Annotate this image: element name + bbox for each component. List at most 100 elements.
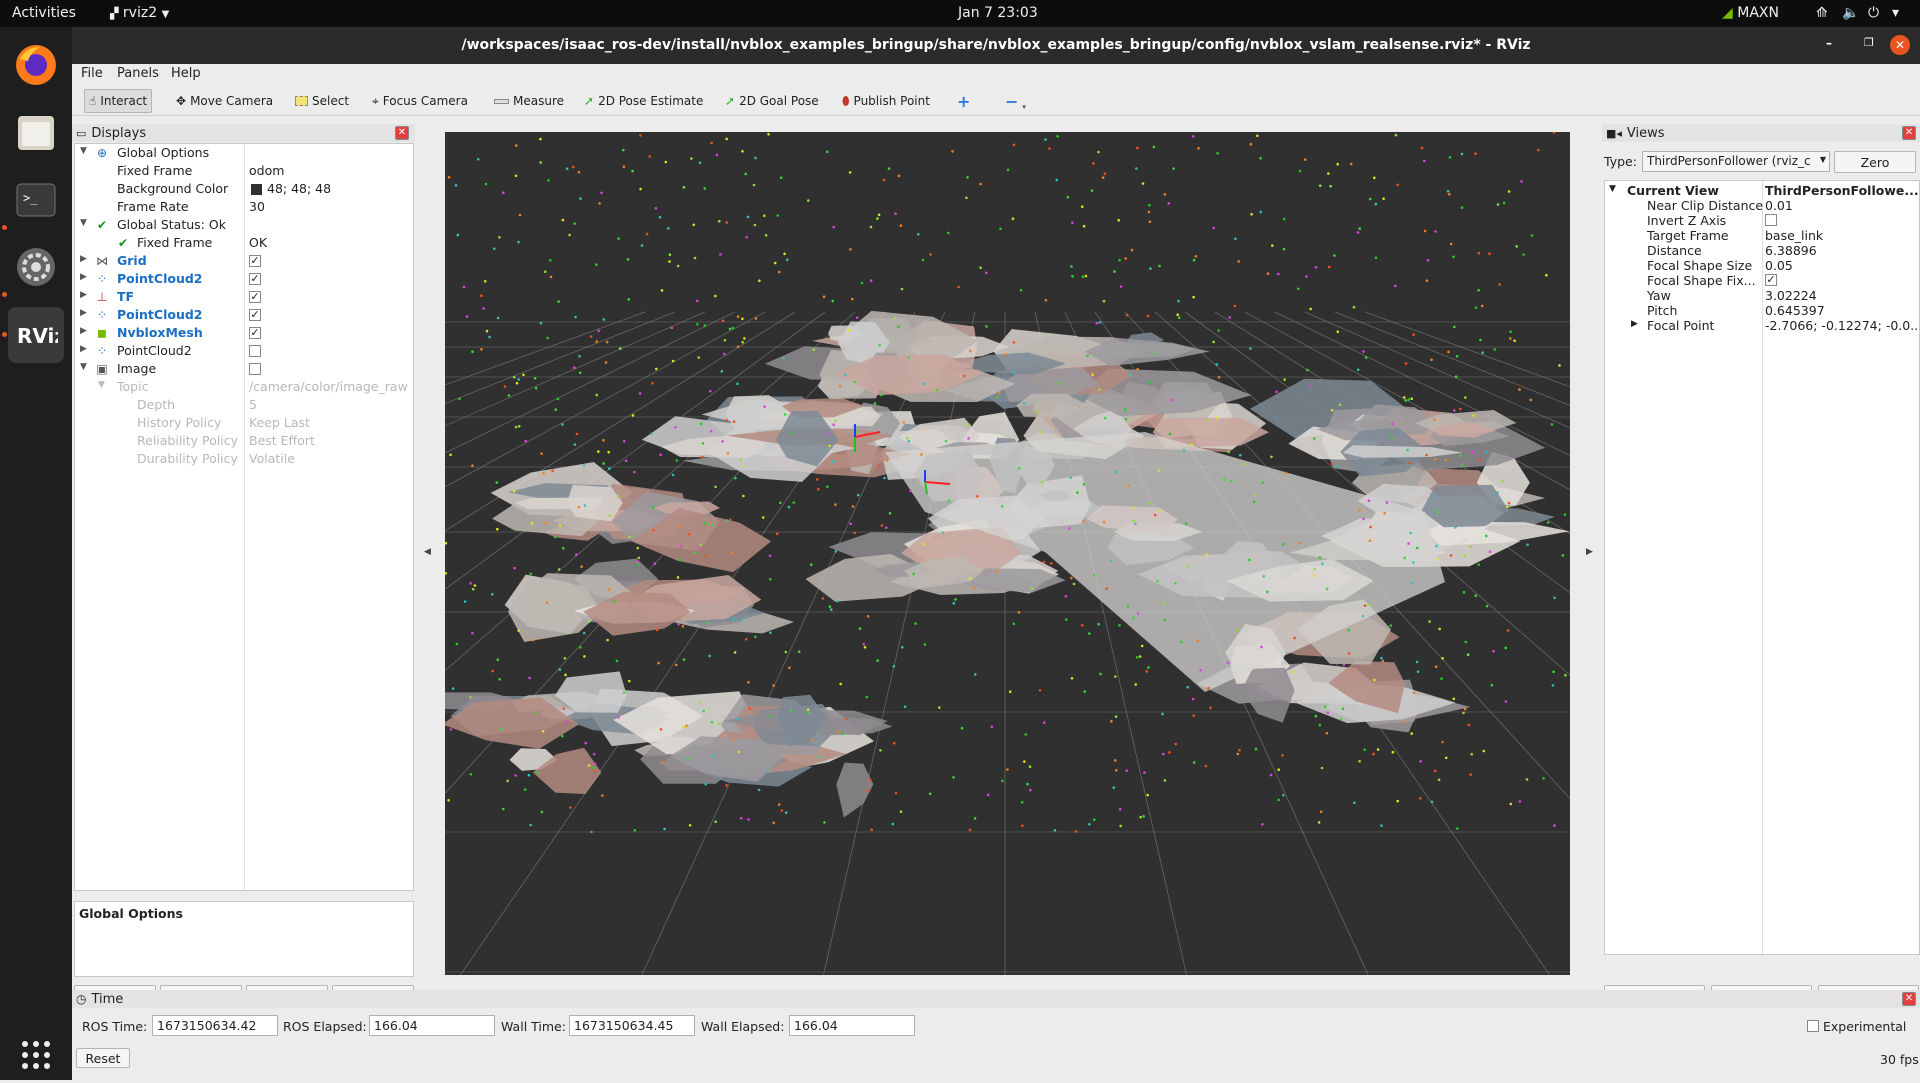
enable-checkbox[interactable]: ✓ — [249, 255, 261, 267]
expand-arrow-icon[interactable]: ▶ — [80, 272, 87, 282]
tree-row-current-view[interactable]: ▼ Current View ThirdPersonFollowe... — [1605, 183, 1919, 198]
wall-time-field[interactable]: 1673150634.45 — [569, 1015, 695, 1036]
enable-checkbox[interactable]: ✓ — [249, 291, 261, 303]
tree-row-image[interactable]: ▼ ▣ Image — [75, 360, 413, 378]
rviz-icon[interactable]: RViz — [8, 307, 64, 363]
tree-value[interactable]: 0.05 — [1765, 258, 1793, 273]
maximize-icon[interactable]: ❐ — [1864, 36, 1874, 49]
interact-tool-button[interactable]: ☝ Interact — [84, 89, 153, 113]
tree-row-fixed-frame[interactable]: Fixed Frame odom — [75, 162, 413, 180]
tree-value[interactable]: base_link — [1765, 228, 1823, 243]
files-icon[interactable] — [8, 104, 64, 160]
expand-arrow-icon[interactable]: ▶ — [80, 254, 87, 264]
tree-row-focal-shape-fixed[interactable]: Focal Shape Fix... ✓ — [1605, 273, 1919, 288]
close-panel-icon[interactable]: ✕ — [1902, 126, 1916, 140]
clock[interactable]: Jan 7 23:03 — [958, 5, 1038, 21]
close-panel-icon[interactable]: ✕ — [395, 126, 409, 140]
3d-viewport[interactable] — [445, 132, 1570, 975]
tree-row-status-fixed-frame[interactable]: ✔ Fixed Frame OK — [75, 234, 413, 252]
view-type-select[interactable]: ThirdPersonFollower (rviz_c ▼ — [1642, 151, 1830, 172]
tree-row-grid[interactable]: ▶ ⋈ Grid ✓ — [75, 252, 413, 270]
expand-arrow-icon[interactable]: ▼ — [80, 218, 87, 228]
expand-arrow-icon[interactable]: ▶ — [80, 326, 87, 336]
tree-value[interactable]: 5 — [249, 397, 257, 412]
tree-row-global-status[interactable]: ▼ ✔ Global Status: Ok — [75, 216, 413, 234]
power-mode-indicator[interactable]: ◢ MAXN — [1722, 5, 1779, 21]
tree-value[interactable]: 3.02224 — [1765, 288, 1817, 303]
tree-row-focal-point[interactable]: ▶ Focal Point -2.7066; -0.12274; -0.0... — [1605, 318, 1919, 333]
tree-row-depth[interactable]: Depth 5 — [75, 396, 413, 414]
tree-value[interactable]: Keep Last — [249, 415, 310, 430]
tree-row-pointcloud2[interactable]: ▶ ⁘ PointCloud2 — [75, 342, 413, 360]
menu-panels[interactable]: Panels — [117, 66, 159, 81]
tree-row-target-frame[interactable]: Target Frame base_link — [1605, 228, 1919, 243]
activities-button[interactable]: Activities — [12, 5, 76, 21]
publish-point-tool-button[interactable]: ⬮ Publish Point — [838, 89, 934, 113]
expand-arrow-icon[interactable]: ▼ — [80, 146, 87, 156]
enable-checkbox[interactable] — [249, 363, 261, 375]
tree-value[interactable]: 48; 48; 48 — [267, 181, 331, 196]
tree-row-frame-rate[interactable]: Frame Rate 30 — [75, 198, 413, 216]
tree-row-invert-z[interactable]: Invert Z Axis — [1605, 213, 1919, 228]
zero-button[interactable]: Zero — [1834, 151, 1916, 173]
reset-button[interactable]: Reset — [76, 1048, 130, 1068]
tree-row-durability-policy[interactable]: Durability Policy Volatile — [75, 450, 413, 468]
app-menu[interactable]: ▞ rviz2 ▼ — [110, 5, 169, 21]
menu-file[interactable]: File — [81, 66, 103, 81]
tree-row-nvblox-mesh[interactable]: ▶ ◼ NvbloxMesh ✓ — [75, 324, 413, 342]
tree-value[interactable]: odom — [249, 163, 284, 178]
wall-elapsed-field[interactable]: 166.04 — [789, 1015, 915, 1036]
tree-row-pointcloud2[interactable]: ▶ ⁘ PointCloud2 ✓ — [75, 270, 413, 288]
power-icon[interactable]: ⏻ — [1868, 5, 1879, 21]
chevron-down-icon[interactable]: ▾ — [1892, 5, 1899, 21]
experimental-checkbox[interactable] — [1807, 1020, 1819, 1032]
tree-row-history-policy[interactable]: History Policy Keep Last — [75, 414, 413, 432]
settings-icon[interactable] — [8, 239, 64, 295]
terminal-icon[interactable]: >_ — [8, 172, 64, 228]
close-panel-icon[interactable]: ✕ — [1902, 992, 1916, 1006]
focus-camera-tool-button[interactable]: ⌖ Focus Camera — [368, 89, 472, 113]
menu-help[interactable]: Help — [171, 66, 201, 81]
focal-shape-fixed-checkbox[interactable]: ✓ — [1765, 274, 1777, 286]
expand-arrow-icon[interactable]: ▼ — [80, 362, 87, 372]
expand-arrow-icon[interactable]: ▼ — [98, 380, 105, 390]
color-swatch[interactable] — [251, 184, 262, 195]
tree-row-pitch[interactable]: Pitch 0.645397 — [1605, 303, 1919, 318]
tree-row-topic[interactable]: ▼ Topic /camera/color/image_raw — [75, 378, 413, 396]
volume-icon[interactable]: 🔈 — [1842, 5, 1859, 21]
measure-tool-button[interactable]: Measure — [490, 89, 568, 113]
tree-row-global-options[interactable]: ▼ ⊕ Global Options — [75, 144, 413, 162]
move-camera-tool-button[interactable]: ✥ Move Camera — [172, 89, 277, 113]
enable-checkbox[interactable]: ✓ — [249, 273, 261, 285]
tree-value[interactable]: 0.645397 — [1765, 303, 1825, 318]
firefox-icon[interactable] — [8, 37, 64, 93]
expand-arrow-icon[interactable]: ▶ — [80, 344, 87, 354]
window-titlebar[interactable]: /workspaces/isaac_ros-dev/install/nvblox… — [72, 27, 1920, 64]
tree-row-pointcloud2[interactable]: ▶ ⁘ PointCloud2 ✓ — [75, 306, 413, 324]
tree-row-background-color[interactable]: Background Color 48; 48; 48 — [75, 180, 413, 198]
enable-checkbox[interactable] — [249, 345, 261, 357]
tree-value[interactable]: 6.38896 — [1765, 243, 1817, 258]
tree-value[interactable]: 30 — [249, 199, 265, 214]
tree-value[interactable]: 0.01 — [1765, 198, 1793, 213]
tree-row-near-clip[interactable]: Near Clip Distance 0.01 — [1605, 198, 1919, 213]
collapse-right-icon[interactable]: ▶ — [1586, 547, 1593, 557]
enable-checkbox[interactable]: ✓ — [249, 327, 261, 339]
tree-value[interactable]: /camera/color/image_raw — [249, 379, 408, 394]
expand-arrow-icon[interactable]: ▼ — [1609, 184, 1616, 194]
collapse-left-icon[interactable]: ◀ — [424, 547, 431, 557]
tree-value[interactable]: -2.7066; -0.12274; -0.0... — [1765, 318, 1919, 333]
tree-value[interactable]: Volatile — [249, 451, 295, 466]
minimize-icon[interactable]: – — [1826, 36, 1832, 50]
tree-value[interactable]: Best Effort — [249, 433, 315, 448]
ros-elapsed-field[interactable]: 166.04 — [369, 1015, 495, 1036]
tree-row-tf[interactable]: ▶ ⊥ TF ✓ — [75, 288, 413, 306]
tree-row-focal-shape-size[interactable]: Focal Shape Size 0.05 — [1605, 258, 1919, 273]
expand-arrow-icon[interactable]: ▶ — [80, 290, 87, 300]
tree-row-distance[interactable]: Distance 6.38896 — [1605, 243, 1919, 258]
expand-arrow-icon[interactable]: ▶ — [1631, 319, 1638, 329]
enable-checkbox[interactable]: ✓ — [249, 309, 261, 321]
select-tool-button[interactable]: Select — [291, 89, 353, 113]
pose-estimate-tool-button[interactable]: ➚ 2D Pose Estimate — [580, 89, 707, 113]
goal-pose-tool-button[interactable]: ➚ 2D Goal Pose — [721, 89, 823, 113]
